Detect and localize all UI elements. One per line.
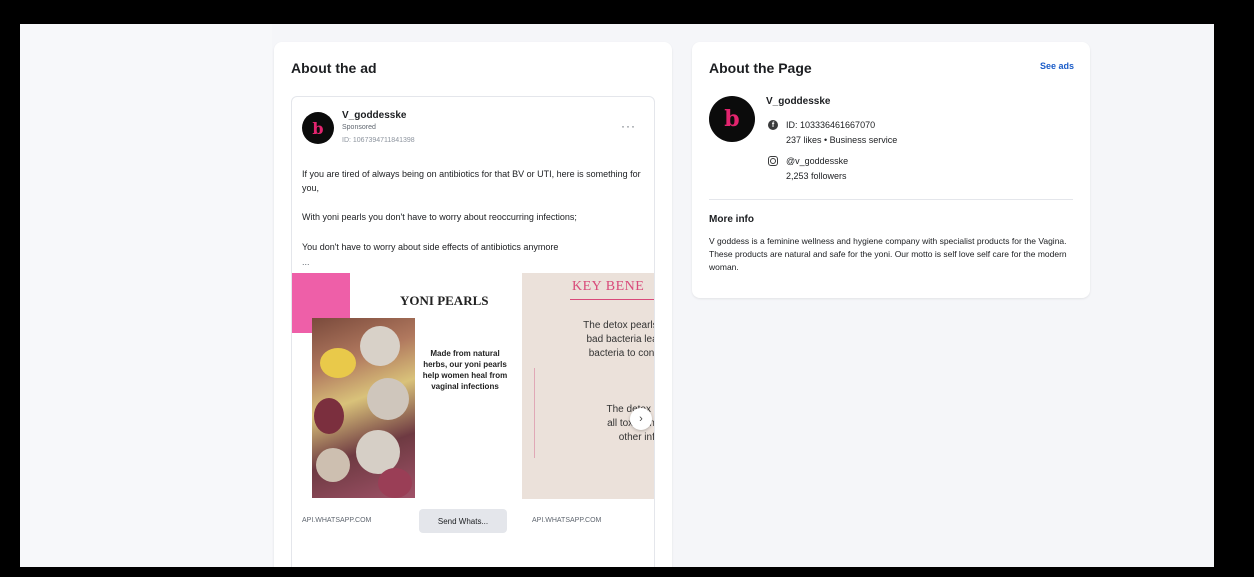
- facebook-page-id: ID: 103336461667070: [786, 120, 876, 130]
- ad-body-see-more[interactable]: ...: [302, 255, 642, 269]
- ad-body-text-2: With yoni pearls you don't have to worry…: [302, 212, 577, 222]
- more-info-text: V goddess is a feminine wellness and hyg…: [709, 236, 1067, 272]
- slide-title: YONI PEARLS: [400, 293, 489, 308]
- carousel-slide-key-benefits[interactable]: KEY BENE The detox pearls pull bad bacte…: [522, 273, 655, 499]
- about-the-ad-title: About the ad: [291, 60, 377, 76]
- page-name[interactable]: V_goddesske: [766, 96, 830, 107]
- see-ads-link[interactable]: See ads: [1040, 61, 1074, 71]
- cta-row: API.WHATSAPP.COM Send Whats... API.WHATS…: [292, 509, 654, 535]
- divider: [709, 199, 1073, 200]
- slide-title: KEY BENE: [572, 279, 645, 294]
- facebook-icon: f: [768, 120, 778, 130]
- sponsored-label: Sponsored: [342, 124, 376, 131]
- send-whatsapp-button[interactable]: Send Whats...: [419, 509, 507, 533]
- cta-url: API.WHATSAPP.COM: [302, 517, 372, 524]
- ad-preview: b V_goddesske Sponsored ID: 106739471184…: [291, 96, 655, 567]
- slide-body-text: Made from natural herbs, our yoni pearls…: [422, 349, 508, 391]
- instagram-followers: 2,253 followers: [786, 171, 847, 181]
- carousel-slide-yoni-pearls[interactable]: YONI PEARLS Made from natural herbs, our…: [292, 273, 514, 499]
- about-the-page-card: About the Page See ads b V_goddesske f I…: [692, 42, 1090, 298]
- chevron-right-icon[interactable]: ›: [630, 408, 652, 430]
- about-the-page-title: About the Page: [709, 60, 812, 76]
- ad-carousel[interactable]: YONI PEARLS Made from natural herbs, our…: [292, 273, 655, 505]
- facebook-page-stats: 237 likes • Business service: [786, 135, 898, 145]
- left-gutter: [20, 24, 272, 567]
- ad-library-id: ID: 1067394711841398: [342, 137, 415, 144]
- slide-body-text-1: The detox pearls pull bad bacteria leavi…: [583, 320, 655, 359]
- title-underline: [570, 299, 654, 300]
- cta-url: API.WHATSAPP.COM: [532, 517, 602, 524]
- instagram-handle: @v_goddesske: [786, 156, 849, 166]
- instagram-icon: [768, 156, 778, 166]
- more-options-icon[interactable]: ···: [621, 119, 636, 133]
- dried-flowers-photo: [312, 318, 415, 498]
- brand-logo-icon: b: [724, 106, 740, 132]
- ad-body-text-3: You don't have to worry about side effec…: [302, 242, 559, 252]
- about-the-ad-card: About the ad b V_goddesske Sponsored ID:…: [274, 42, 672, 567]
- brand-logo-icon: b: [312, 118, 324, 138]
- ad-library-viewport: About the ad b V_goddesske Sponsored ID:…: [20, 24, 1214, 567]
- more-info-title: More info: [709, 214, 754, 225]
- page-avatar[interactable]: b: [302, 112, 334, 144]
- page-avatar[interactable]: b: [709, 96, 755, 142]
- ad-body-text-1: If you are tired of always being on anti…: [302, 169, 641, 193]
- ad-page-name[interactable]: V_goddesske: [342, 110, 406, 121]
- slide-divider: [534, 368, 535, 458]
